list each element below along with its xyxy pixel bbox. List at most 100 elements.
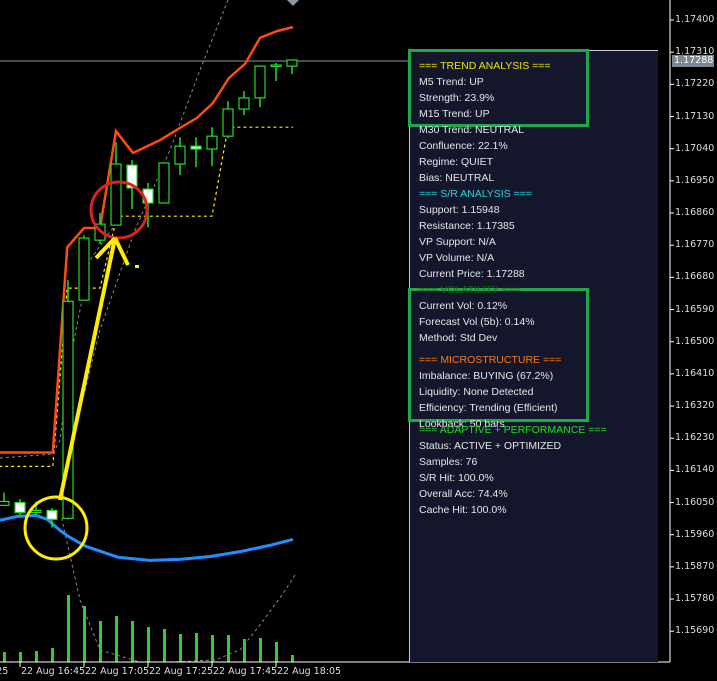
- current-price-tag: 1.17288: [672, 55, 714, 67]
- panel-line: Liquidity: None Detected: [419, 386, 534, 398]
- panel-line: Overall Acc: 74.4%: [419, 488, 508, 500]
- volume-bar: [83, 606, 86, 662]
- candle-body: [270, 64, 282, 68]
- price-axis-label: 1.15690: [675, 625, 715, 637]
- marker-dot: [135, 265, 139, 268]
- panel-line: Regime: QUIET: [419, 156, 494, 168]
- volume-bar: [19, 652, 22, 662]
- panel-line: VP Volume: N/A: [419, 252, 495, 264]
- candle-body: [46, 509, 58, 520]
- panel-line: Samples: 76: [419, 456, 478, 468]
- candle-body: [190, 145, 202, 150]
- time-axis-label: 22 Aug 17:25: [149, 666, 214, 677]
- volume-bar: [211, 635, 214, 662]
- price-axis-label: 1.16410: [675, 367, 715, 379]
- panel-line: M5 Trend: UP: [419, 76, 484, 88]
- volume-bar: [131, 621, 134, 662]
- volume-bar: [259, 638, 262, 662]
- price-axis-label: 1.16500: [675, 335, 715, 347]
- candle-body: [14, 501, 26, 514]
- volume-bar: [99, 621, 102, 662]
- candle: [238, 91, 250, 116]
- price-axis-label: 1.16050: [675, 496, 715, 508]
- panel-section-header: === ADAPTIVE + PERFORMANCE ===: [419, 424, 607, 436]
- candle: [174, 137, 186, 176]
- candle: [254, 65, 266, 108]
- projection-curve: [61, 0, 229, 663]
- candle: [190, 137, 202, 168]
- panel-line: Resistance: 1.17385: [419, 220, 515, 232]
- candle: [78, 235, 90, 301]
- volume-bar: [147, 627, 150, 662]
- volume-bar: [179, 634, 182, 662]
- price-axis-label: 1.17220: [675, 78, 715, 90]
- volume-bar: [243, 639, 246, 662]
- panel-line: Efficiency: Trending (Efficient): [419, 402, 558, 414]
- candle-body: [0, 500, 10, 507]
- panel-line: Support: 1.15948: [419, 204, 500, 216]
- volume-histogram: [3, 595, 294, 662]
- panel-line: Current Vol: 0.12%: [419, 300, 508, 312]
- price-axis-label: 1.17400: [675, 14, 715, 25]
- candle-body: [174, 145, 186, 165]
- candle-body: [206, 135, 218, 150]
- volume-bar: [163, 629, 166, 662]
- resistance-trend-line: [0, 25, 294, 454]
- price-axis-label: 1.16770: [675, 239, 715, 251]
- candle: [158, 162, 170, 204]
- panel-line: S/R Hit: 100.0%: [419, 472, 494, 484]
- price-axis-label: 1.17040: [675, 142, 715, 154]
- candle: [222, 101, 234, 138]
- candle-body: [254, 65, 266, 99]
- candle-body: [222, 108, 234, 137]
- price-axis-label: 1.16230: [675, 432, 715, 444]
- support-level-line: [0, 126, 293, 467]
- panel-line: Current Price: 1.17288: [419, 268, 525, 280]
- price-axis-label: 1.17130: [675, 110, 715, 122]
- candle: [270, 62, 282, 82]
- time-axis-label: 22 Aug 16:45: [21, 666, 86, 677]
- panel-section-header: === S/R ANALYSIS ===: [419, 188, 533, 200]
- panel-line: M15 Trend: UP: [419, 108, 490, 120]
- time-axis-label: 22 Aug 18:05: [277, 666, 342, 677]
- time-axis-label: 22 Aug 17:05: [85, 666, 150, 677]
- price-axis-label: 1.16950: [675, 174, 715, 186]
- time-axis-label: 22 Aug 17:45: [213, 666, 278, 677]
- panel-line: M30 Trend: NEUTRAL: [419, 124, 525, 136]
- panel-section-header: === TREND ANALYSIS ===: [419, 60, 551, 72]
- price-axis-label: 1.15960: [675, 528, 715, 540]
- volume-bar: [51, 648, 54, 662]
- panel-line: Status: ACTIVE + OPTIMIZED: [419, 440, 562, 452]
- candle-body: [238, 97, 250, 110]
- moving-average-line: [0, 513, 294, 562]
- panel-line: Forecast Vol (5b): 0.14%: [419, 316, 535, 328]
- price-axis-label: 1.15870: [675, 560, 715, 572]
- price-axis-label: 1.16860: [675, 207, 715, 219]
- volume-bar: [195, 633, 198, 662]
- price-axis-label: 1.16680: [675, 271, 715, 283]
- candle: [206, 127, 218, 167]
- volume-bar: [3, 652, 6, 662]
- chart-shift-marker-icon[interactable]: [287, 0, 299, 6]
- panel-line: Bias: NEUTRAL: [419, 172, 495, 184]
- candle: [14, 499, 26, 516]
- volume-bar: [275, 642, 278, 662]
- candle-body: [158, 162, 170, 204]
- projection-curve-left: [0, 224, 116, 459]
- panel-line: Cache Hit: 100.0%: [419, 504, 507, 516]
- panel-section-header: === MICROSTRUCTURE ===: [419, 354, 562, 366]
- candle: [0, 492, 10, 507]
- panel-line: VP Support: N/A: [419, 236, 496, 248]
- candle-body: [286, 59, 298, 67]
- panel-section-header: === VOLATILITY ===: [419, 284, 521, 296]
- candle-body: [78, 237, 90, 301]
- panel-line: Strength: 23.9%: [419, 92, 495, 104]
- price-axis-label: 1.15780: [675, 593, 715, 605]
- candle: [286, 59, 298, 74]
- price-axis-label: 1.16320: [675, 400, 715, 412]
- time-axis-label: :25: [0, 666, 9, 677]
- candlesticks: [0, 59, 298, 528]
- price-axis-label: 1.16590: [675, 303, 715, 315]
- volume-bar: [35, 651, 38, 662]
- panel-line: Confluence: 22.1%: [419, 140, 508, 152]
